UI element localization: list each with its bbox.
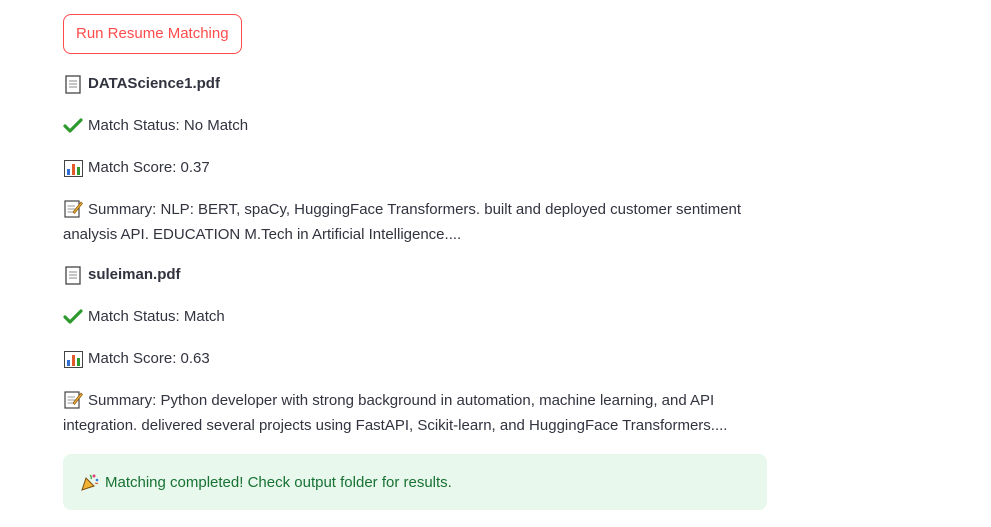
result-file-name: suleiman.pdf <box>88 266 181 283</box>
party-popper-icon <box>80 472 100 492</box>
memo-icon <box>63 390 83 410</box>
summary-paragraph: Summary: NLP: BERT, spaCy, HuggingFace T… <box>63 197 753 247</box>
match-status-line: Match Status: Match <box>63 306 767 328</box>
page-icon <box>63 265 83 285</box>
match-status-text: Match Status: Match <box>88 308 225 325</box>
checkmark-icon <box>63 116 83 136</box>
result-file-heading: DATAScience1.pdf <box>63 73 767 95</box>
run-resume-matching-button[interactable]: Run Resume Matching <box>63 14 242 54</box>
match-score-text: Match Score: 0.37 <box>88 159 210 176</box>
success-alert: Matching completed! Check output folder … <box>63 454 767 510</box>
results-panel: Run Resume Matching DATAScience1.pdf Mat… <box>63 14 767 438</box>
match-score-line: Match Score: 0.37 <box>63 157 767 179</box>
result-file-heading: suleiman.pdf <box>63 264 767 286</box>
match-status-text: Match Status: No Match <box>88 117 249 134</box>
summary-paragraph: Summary: Python developer with strong ba… <box>63 388 753 438</box>
bar-chart-icon <box>63 349 83 369</box>
memo-icon <box>63 199 83 219</box>
match-score-text: Match Score: 0.63 <box>88 350 210 367</box>
checkmark-icon <box>63 307 83 327</box>
match-score-line: Match Score: 0.63 <box>63 348 767 370</box>
match-status-line: Match Status: No Match <box>63 115 767 137</box>
result-file-name: DATAScience1.pdf <box>88 75 220 92</box>
summary-text: Summary: NLP: BERT, spaCy, HuggingFace T… <box>63 201 742 243</box>
page-icon <box>63 74 83 94</box>
bar-chart-icon <box>63 158 83 178</box>
summary-text: Summary: Python developer with strong ba… <box>63 392 728 434</box>
success-message: Matching completed! Check output folder … <box>105 473 452 491</box>
